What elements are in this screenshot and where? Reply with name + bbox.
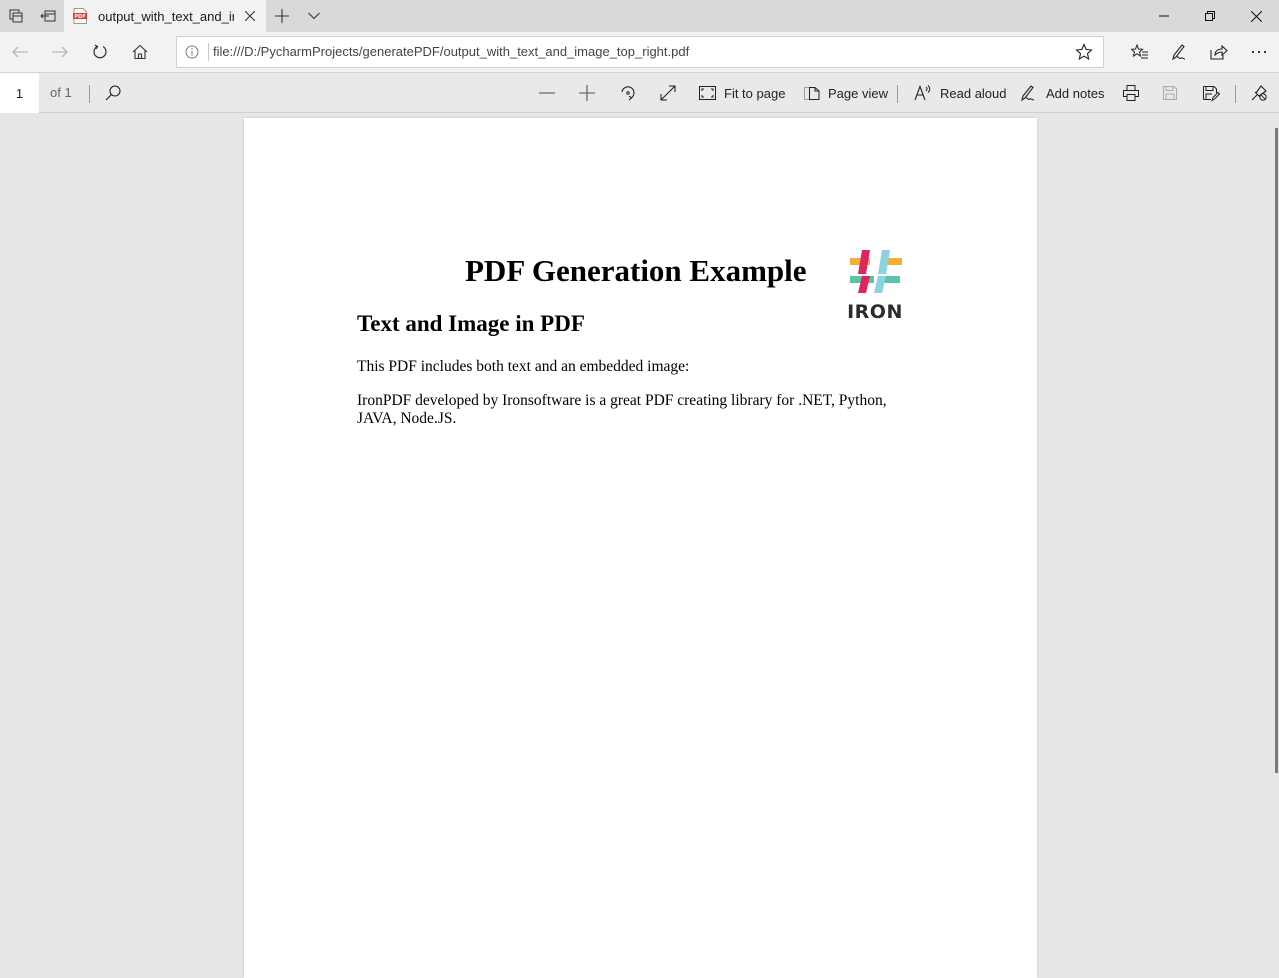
add-notes-label: Add notes — [1046, 85, 1105, 101]
expand-icon — [660, 85, 676, 101]
home-icon — [132, 44, 148, 60]
address-bar[interactable]: file:///D:/PycharmProjects/generatePDF/o… — [176, 36, 1104, 68]
share-button[interactable] — [1199, 32, 1239, 72]
read-aloud-label: Read aloud — [940, 85, 1007, 101]
page-view-button[interactable]: Page view — [804, 73, 888, 113]
minimize-icon — [1159, 15, 1169, 17]
fit-to-page-button[interactable]: Fit to page — [699, 73, 785, 113]
search-button[interactable] — [104, 73, 122, 113]
unpin-toolbar-button[interactable] — [1250, 73, 1268, 113]
tab-title: output_with_text_and_ir — [98, 8, 234, 24]
info-icon[interactable] — [185, 45, 199, 59]
refresh-button[interactable] — [80, 32, 120, 72]
pdf-viewer: PDF Generation Example IRON Text and Ima… — [0, 113, 1279, 978]
back-button[interactable] — [0, 32, 40, 72]
svg-text:PDF: PDF — [74, 14, 85, 20]
share-icon — [1210, 44, 1228, 60]
navigation-bar: file:///D:/PycharmProjects/generatePDF/o… — [0, 32, 1279, 72]
tab-list-button[interactable] — [298, 0, 330, 32]
minimize-button[interactable] — [1141, 0, 1187, 32]
unpin-icon — [1251, 85, 1267, 101]
page-view-icon — [804, 87, 820, 100]
toolbar-divider — [89, 85, 90, 103]
document-paragraph: This PDF includes both text and an embed… — [357, 358, 690, 375]
save-icon — [1163, 86, 1177, 100]
pen-icon — [1172, 44, 1186, 61]
save-button[interactable] — [1162, 73, 1178, 113]
tab-preview-icon — [9, 9, 23, 23]
page-view-label: Page view — [828, 85, 888, 101]
vertical-scrollbar[interactable] — [1275, 128, 1278, 773]
minus-icon — [539, 92, 555, 94]
restore-button[interactable] — [1187, 0, 1233, 32]
notes-button[interactable] — [1160, 32, 1200, 72]
page-number-input[interactable]: 1 — [0, 73, 39, 113]
restore-icon — [1205, 11, 1215, 21]
pen-icon — [1021, 85, 1035, 102]
favorites-list-icon — [1131, 44, 1148, 59]
active-tab[interactable]: PDF output_with_text_and_ir — [64, 0, 266, 32]
add-notes-button[interactable]: Add notes — [1020, 73, 1105, 113]
new-tab-icon — [275, 9, 289, 23]
home-button[interactable] — [120, 32, 160, 72]
back-arrow-icon — [12, 46, 28, 58]
rotate-button[interactable] — [619, 73, 637, 113]
pdf-page: PDF Generation Example IRON Text and Ima… — [244, 118, 1037, 978]
close-tab-button[interactable] — [242, 8, 258, 24]
save-as-button[interactable] — [1202, 73, 1220, 113]
close-icon — [245, 11, 255, 21]
fit-to-page-label: Fit to page — [724, 85, 786, 101]
document-subtitle: Text and Image in PDF — [357, 311, 585, 336]
favorites-button[interactable] — [1120, 32, 1160, 72]
fit-to-page-icon — [699, 86, 716, 100]
forward-button[interactable] — [40, 32, 80, 72]
read-aloud-button[interactable]: Read aloud — [914, 73, 1007, 113]
close-window-button[interactable] — [1233, 0, 1279, 32]
star-icon[interactable] — [1075, 43, 1093, 61]
read-aloud-icon — [914, 85, 931, 101]
tab-list-chevron-icon — [308, 12, 320, 20]
iron-hash-icon — [850, 250, 902, 293]
print-button[interactable] — [1122, 73, 1140, 113]
pdf-file-icon: PDF — [73, 8, 87, 24]
zoom-out-button[interactable] — [538, 73, 556, 113]
rotate-icon — [621, 86, 635, 101]
close-icon — [1250, 10, 1262, 22]
set-aside-tabs-button[interactable] — [32, 0, 64, 32]
iron-logo: IRON — [842, 246, 908, 324]
tab-strip: PDF output_with_text_and_ir — [0, 0, 1279, 32]
more-icon — [1251, 50, 1267, 54]
tab-preview-button[interactable] — [0, 0, 32, 32]
refresh-icon — [93, 44, 107, 59]
toolbar-divider — [1235, 85, 1236, 103]
toolbar-divider — [897, 85, 898, 103]
print-icon — [1123, 85, 1139, 101]
more-button[interactable] — [1239, 32, 1279, 72]
plus-icon — [579, 85, 595, 101]
set-aside-tabs-icon — [40, 10, 56, 22]
pdf-toolbar: 1 of 1 Fit to page Page view Read aloud … — [0, 72, 1279, 113]
document-paragraph: IronPDF developed by Ironsoftware is a g… — [357, 392, 887, 427]
page-count: of 1 — [50, 85, 72, 100]
logo-text: IRON — [847, 301, 903, 323]
url-text[interactable]: file:///D:/PycharmProjects/generatePDF/o… — [213, 44, 689, 59]
save-as-icon — [1203, 85, 1220, 102]
address-separator — [208, 43, 209, 61]
zoom-in-button[interactable] — [578, 73, 596, 113]
new-tab-button[interactable] — [266, 0, 298, 32]
document-title: PDF Generation Example — [465, 253, 807, 288]
search-icon — [105, 85, 121, 101]
full-screen-button[interactable] — [659, 73, 677, 113]
forward-arrow-icon — [52, 46, 68, 58]
